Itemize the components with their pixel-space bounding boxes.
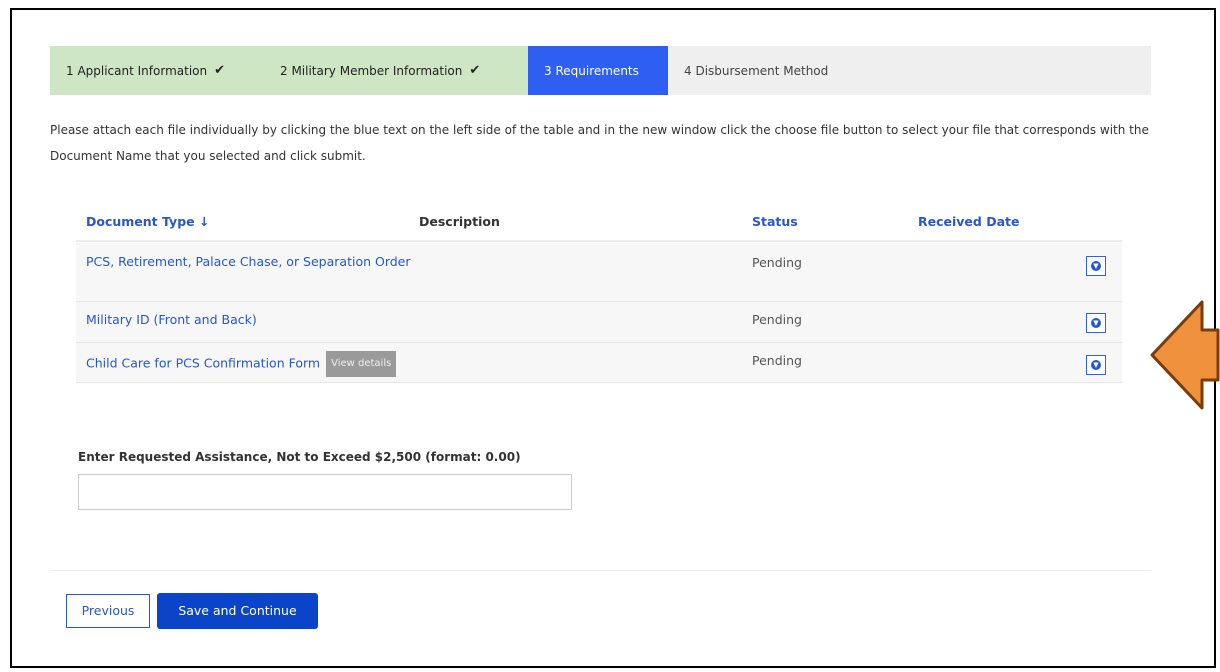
step-applicant-information[interactable]: 1 Applicant Information ✔ [50, 46, 266, 95]
save-and-continue-button[interactable]: Save and Continue [157, 593, 318, 629]
table-row: Military ID (Front and Back) Pending ▼ [76, 302, 1122, 343]
column-header-status[interactable]: Status [752, 214, 798, 229]
left-arrow-callout-icon [1150, 300, 1220, 410]
status-text: Pending [752, 312, 802, 327]
table-row: Child Care for PCS Confirmation Form View… [76, 343, 1122, 383]
status-text: Pending [752, 353, 802, 368]
step-label: 4 Disbursement Method [684, 63, 829, 78]
step-requirements[interactable]: 3 Requirements [528, 46, 668, 95]
step-disbursement-method[interactable]: 4 Disbursement Method [668, 46, 828, 95]
expand-row-button[interactable]: ▼ [1086, 313, 1106, 333]
column-header-received-date[interactable]: Received Date [918, 214, 1019, 229]
document-link[interactable]: Military ID (Front and Back) [86, 310, 257, 330]
status-text: Pending [752, 255, 802, 270]
footer-divider [50, 570, 1151, 571]
instructions-text: Please attach each file individually by … [50, 123, 1149, 163]
document-link[interactable]: PCS, Retirement, Palace Chase, or Separa… [86, 252, 416, 272]
document-link[interactable]: Child Care for PCS Confirmation Form [86, 356, 320, 371]
assistance-amount-label: Enter Requested Assistance, Not to Excee… [78, 450, 521, 464]
step-label: 3 Requirements [544, 63, 639, 78]
table-row: PCS, Retirement, Palace Chase, or Separa… [76, 243, 1122, 302]
step-label: 1 Applicant Information [66, 63, 208, 78]
column-header-description: Description [419, 214, 500, 229]
step-label: 2 Military Member Information [280, 63, 463, 78]
view-details-badge[interactable]: View details [326, 351, 397, 377]
expand-row-button[interactable]: ▼ [1086, 355, 1106, 375]
checkmark-icon: ✔ [469, 63, 481, 78]
previous-button[interactable]: Previous [66, 594, 150, 628]
progress-steps: 1 Applicant Information ✔ 2 Military Mem… [50, 46, 1151, 95]
chevron-down-circle-icon: ▼ [1091, 261, 1101, 271]
table-header-divider [76, 240, 1122, 242]
expand-row-button[interactable]: ▼ [1086, 256, 1106, 276]
assistance-amount-input[interactable] [78, 474, 572, 510]
document-cell: Child Care for PCS Confirmation Form View… [86, 351, 397, 377]
chevron-down-circle-icon: ▼ [1091, 318, 1101, 328]
chevron-down-circle-icon: ▼ [1091, 360, 1101, 370]
column-header-document-type[interactable]: Document Type ↓ [86, 214, 209, 229]
checkmark-icon: ✔ [214, 63, 226, 78]
step-military-member-information[interactable]: 2 Military Member Information ✔ [266, 46, 528, 95]
